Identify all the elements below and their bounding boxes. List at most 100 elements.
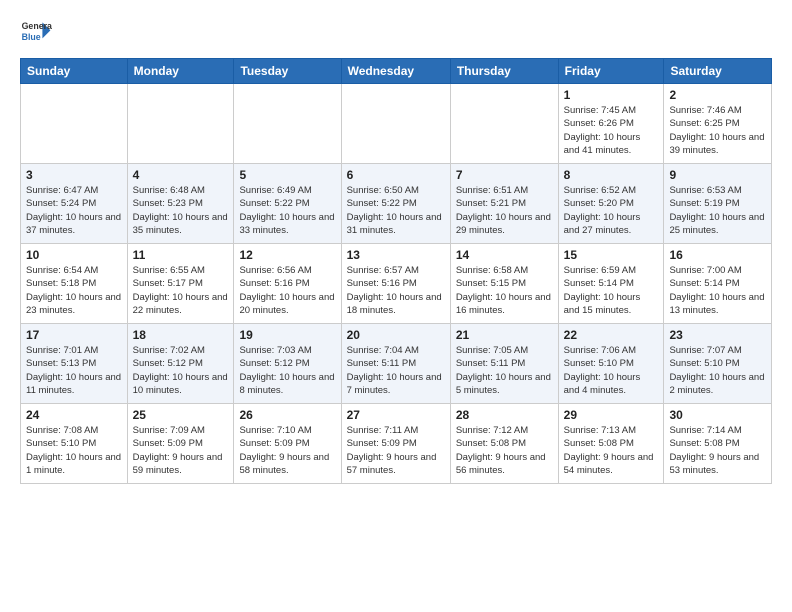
- day-number: 23: [669, 328, 766, 342]
- calendar-header-wednesday: Wednesday: [341, 59, 450, 84]
- header: General Blue: [20, 16, 772, 48]
- day-info: Sunrise: 7:02 AM Sunset: 5:12 PM Dayligh…: [133, 344, 229, 397]
- day-number: 2: [669, 88, 766, 102]
- calendar-header-saturday: Saturday: [664, 59, 772, 84]
- day-number: 21: [456, 328, 553, 342]
- calendar-header-thursday: Thursday: [450, 59, 558, 84]
- calendar-header-row: SundayMondayTuesdayWednesdayThursdayFrid…: [21, 59, 772, 84]
- calendar-header-tuesday: Tuesday: [234, 59, 341, 84]
- day-info: Sunrise: 6:58 AM Sunset: 5:15 PM Dayligh…: [456, 264, 553, 317]
- day-info: Sunrise: 7:13 AM Sunset: 5:08 PM Dayligh…: [564, 424, 659, 477]
- day-number: 12: [239, 248, 335, 262]
- calendar-cell: 2Sunrise: 7:46 AM Sunset: 6:25 PM Daylig…: [664, 84, 772, 164]
- day-number: 3: [26, 168, 122, 182]
- day-info: Sunrise: 7:12 AM Sunset: 5:08 PM Dayligh…: [456, 424, 553, 477]
- day-number: 1: [564, 88, 659, 102]
- calendar-cell: [127, 84, 234, 164]
- day-info: Sunrise: 6:49 AM Sunset: 5:22 PM Dayligh…: [239, 184, 335, 237]
- calendar-week-4: 17 Sunrise: 7:01 AM Sunset: 5:13 PM Dayli…: [21, 324, 772, 404]
- day-number: 5: [239, 168, 335, 182]
- day-info: Sunrise: 6:50 AM Sunset: 5:22 PM Dayligh…: [347, 184, 445, 237]
- day-number: 18: [133, 328, 229, 342]
- day-info: Sunrise: 7:07 AM Sunset: 5:10 PM Dayligh…: [669, 344, 766, 397]
- calendar-cell: 21 Sunrise: 7:05 AM Sunset: 5:11 PM Dayli…: [450, 324, 558, 404]
- calendar-header-sunday: Sunday: [21, 59, 128, 84]
- day-number: 6: [347, 168, 445, 182]
- calendar-cell: 20 Sunrise: 7:04 AM Sunset: 5:11 PM Dayli…: [341, 324, 450, 404]
- day-number: 17: [26, 328, 122, 342]
- day-info: Sunrise: 6:54 AM Sunset: 5:18 PM Dayligh…: [26, 264, 122, 317]
- calendar-cell: [450, 84, 558, 164]
- svg-text:Blue: Blue: [22, 32, 41, 42]
- day-number: 25: [133, 408, 229, 422]
- day-info: Sunrise: 6:51 AM Sunset: 5:21 PM Dayligh…: [456, 184, 553, 237]
- day-number: 13: [347, 248, 445, 262]
- calendar-cell: 9 Sunrise: 6:53 AM Sunset: 5:19 PM Daylig…: [664, 164, 772, 244]
- day-info: Sunrise: 7:06 AM Sunset: 5:10 PM Dayligh…: [564, 344, 659, 397]
- day-number: 14: [456, 248, 553, 262]
- calendar-cell: 5 Sunrise: 6:49 AM Sunset: 5:22 PM Daylig…: [234, 164, 341, 244]
- calendar-cell: 6 Sunrise: 6:50 AM Sunset: 5:22 PM Daylig…: [341, 164, 450, 244]
- day-number: 11: [133, 248, 229, 262]
- day-info: Sunrise: 7:10 AM Sunset: 5:09 PM Dayligh…: [239, 424, 335, 477]
- day-info: Sunrise: 7:04 AM Sunset: 5:11 PM Dayligh…: [347, 344, 445, 397]
- day-number: 15: [564, 248, 659, 262]
- day-info: Sunrise: 6:52 AM Sunset: 5:20 PM Dayligh…: [564, 184, 659, 237]
- day-info: Sunrise: 7:03 AM Sunset: 5:12 PM Dayligh…: [239, 344, 335, 397]
- day-number: 16: [669, 248, 766, 262]
- calendar-cell: 22Sunrise: 7:06 AM Sunset: 5:10 PM Dayli…: [558, 324, 664, 404]
- day-info: Sunrise: 6:59 AM Sunset: 5:14 PM Dayligh…: [564, 264, 659, 317]
- day-number: 8: [564, 168, 659, 182]
- calendar-cell: 8 Sunrise: 6:52 AM Sunset: 5:20 PM Daylig…: [558, 164, 664, 244]
- calendar-cell: [341, 84, 450, 164]
- calendar-table: SundayMondayTuesdayWednesdayThursdayFrid…: [20, 58, 772, 484]
- calendar-week-5: 24Sunrise: 7:08 AM Sunset: 5:10 PM Dayli…: [21, 404, 772, 484]
- calendar-week-3: 10 Sunrise: 6:54 AM Sunset: 5:18 PM Dayli…: [21, 244, 772, 324]
- calendar-cell: 14 Sunrise: 6:58 AM Sunset: 5:15 PM Dayli…: [450, 244, 558, 324]
- calendar-cell: 24Sunrise: 7:08 AM Sunset: 5:10 PM Dayli…: [21, 404, 128, 484]
- day-info: Sunrise: 6:48 AM Sunset: 5:23 PM Dayligh…: [133, 184, 229, 237]
- day-info: Sunrise: 6:57 AM Sunset: 5:16 PM Dayligh…: [347, 264, 445, 317]
- day-info: Sunrise: 7:14 AM Sunset: 5:08 PM Dayligh…: [669, 424, 766, 477]
- day-info: Sunrise: 7:05 AM Sunset: 5:11 PM Dayligh…: [456, 344, 553, 397]
- svg-text:General: General: [22, 21, 52, 31]
- calendar-header-friday: Friday: [558, 59, 664, 84]
- day-info: Sunrise: 7:01 AM Sunset: 5:13 PM Dayligh…: [26, 344, 122, 397]
- logo-icon: General Blue: [20, 16, 52, 48]
- calendar-header-monday: Monday: [127, 59, 234, 84]
- day-info: Sunrise: 6:53 AM Sunset: 5:19 PM Dayligh…: [669, 184, 766, 237]
- calendar-cell: 3 Sunrise: 6:47 AM Sunset: 5:24 PM Daylig…: [21, 164, 128, 244]
- day-info: Sunrise: 6:56 AM Sunset: 5:16 PM Dayligh…: [239, 264, 335, 317]
- calendar-cell: 26 Sunrise: 7:10 AM Sunset: 5:09 PM Dayli…: [234, 404, 341, 484]
- logo: General Blue: [20, 16, 52, 48]
- calendar-cell: 27 Sunrise: 7:11 AM Sunset: 5:09 PM Dayli…: [341, 404, 450, 484]
- calendar-cell: 23 Sunrise: 7:07 AM Sunset: 5:10 PM Dayli…: [664, 324, 772, 404]
- calendar-cell: 12 Sunrise: 6:56 AM Sunset: 5:16 PM Dayli…: [234, 244, 341, 324]
- day-number: 27: [347, 408, 445, 422]
- calendar-cell: 19Sunrise: 7:03 AM Sunset: 5:12 PM Dayli…: [234, 324, 341, 404]
- calendar-cell: 15 Sunrise: 6:59 AM Sunset: 5:14 PM Dayli…: [558, 244, 664, 324]
- calendar-cell: [234, 84, 341, 164]
- calendar-cell: 17 Sunrise: 7:01 AM Sunset: 5:13 PM Dayli…: [21, 324, 128, 404]
- day-number: 24: [26, 408, 122, 422]
- day-number: 9: [669, 168, 766, 182]
- calendar-week-1: 1 Sunrise: 7:45 AM Sunset: 6:26 PM Daylig…: [21, 84, 772, 164]
- day-info: Sunrise: 7:45 AM Sunset: 6:26 PM Dayligh…: [564, 104, 659, 157]
- calendar-cell: [21, 84, 128, 164]
- calendar-cell: 29Sunrise: 7:13 AM Sunset: 5:08 PM Dayli…: [558, 404, 664, 484]
- day-info: Sunrise: 7:11 AM Sunset: 5:09 PM Dayligh…: [347, 424, 445, 477]
- day-number: 4: [133, 168, 229, 182]
- calendar-cell: 16 Sunrise: 7:00 AM Sunset: 5:14 PM Dayli…: [664, 244, 772, 324]
- day-info: Sunrise: 6:47 AM Sunset: 5:24 PM Dayligh…: [26, 184, 122, 237]
- day-number: 20: [347, 328, 445, 342]
- day-number: 30: [669, 408, 766, 422]
- day-number: 26: [239, 408, 335, 422]
- calendar-week-2: 3 Sunrise: 6:47 AM Sunset: 5:24 PM Daylig…: [21, 164, 772, 244]
- day-info: Sunrise: 7:00 AM Sunset: 5:14 PM Dayligh…: [669, 264, 766, 317]
- calendar-cell: 1 Sunrise: 7:45 AM Sunset: 6:26 PM Daylig…: [558, 84, 664, 164]
- calendar-cell: 28Sunrise: 7:12 AM Sunset: 5:08 PM Dayli…: [450, 404, 558, 484]
- calendar-cell: 7Sunrise: 6:51 AM Sunset: 5:21 PM Daylig…: [450, 164, 558, 244]
- day-number: 10: [26, 248, 122, 262]
- calendar-cell: 11Sunrise: 6:55 AM Sunset: 5:17 PM Dayli…: [127, 244, 234, 324]
- page: General Blue SundayMondayTuesdayWednesda…: [0, 0, 792, 504]
